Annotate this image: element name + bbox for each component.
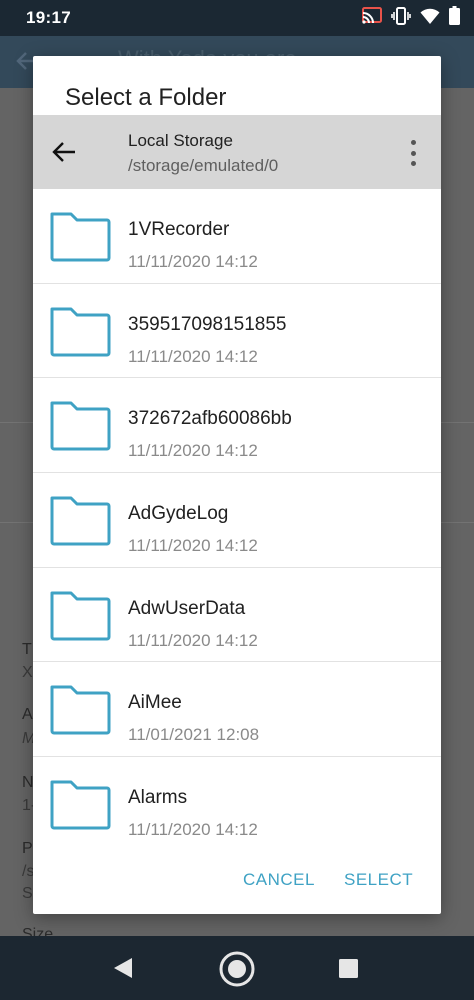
folder-name: 1VRecorder bbox=[128, 219, 230, 240]
background-value-fragment: X bbox=[22, 664, 33, 681]
folder-date: 11/11/2020 14:12 bbox=[128, 536, 258, 556]
status-bar: 19:17 bbox=[0, 0, 474, 36]
folder-date: 11/11/2020 14:12 bbox=[128, 441, 258, 461]
location-name: Local Storage bbox=[128, 131, 233, 150]
folder-name: Alarms bbox=[128, 787, 188, 809]
status-icons bbox=[362, 6, 460, 30]
background-label-fragment: T bbox=[22, 641, 32, 658]
select-folder-dialog: Select a Folder Local Storage /storage/e… bbox=[33, 56, 441, 914]
folder-row[interactable]: AdwUserData 11/11/2020 14:12 bbox=[33, 568, 441, 663]
folder-icon bbox=[49, 304, 111, 363]
cancel-button[interactable]: CANCEL bbox=[243, 870, 315, 890]
select-button[interactable]: SELECT bbox=[344, 870, 413, 890]
nav-home-icon[interactable] bbox=[218, 950, 256, 993]
folder-date: 11/01/2021 12:08 bbox=[128, 725, 260, 745]
background-value-fragment: S bbox=[22, 885, 33, 902]
overflow-menu-icon[interactable] bbox=[407, 140, 419, 166]
folder-date: 11/11/2020 14:12 bbox=[128, 630, 258, 650]
location-path: /storage/emulated/0 bbox=[128, 156, 279, 175]
folder-row[interactable]: 372672afb60086bb 11/11/2020 14:12 bbox=[33, 378, 441, 474]
folder-date: 11/11/2020 14:12 bbox=[128, 346, 258, 366]
navigation-bar bbox=[0, 936, 474, 1000]
status-time: 19:17 bbox=[26, 8, 71, 27]
nav-recents-icon[interactable] bbox=[339, 959, 358, 983]
cast-icon bbox=[362, 6, 382, 30]
folder-date: 11/11/2020 14:12 bbox=[128, 252, 258, 271]
background-label-fragment: A bbox=[22, 706, 33, 723]
folder-name: 359517098151855 bbox=[128, 313, 287, 335]
folder-row[interactable]: AdGydeLog 11/11/2020 14:12 bbox=[33, 473, 441, 568]
folder-row[interactable]: 359517098151855 11/11/2020 14:12 bbox=[33, 284, 441, 379]
dialog-title: Select a Folder bbox=[65, 84, 227, 111]
folder-icon bbox=[49, 777, 111, 836]
folder-row[interactable]: Alarms 11/11/2020 14:12 bbox=[33, 757, 441, 852]
location-bar: Local Storage /storage/emulated/0 bbox=[33, 115, 441, 189]
folder-date: 11/11/2020 14:12 bbox=[128, 820, 258, 840]
background-label-fragment: N bbox=[22, 774, 34, 791]
dialog-actions: CANCEL SELECT bbox=[33, 857, 441, 914]
folder-name: AiMee bbox=[128, 692, 182, 714]
folder-name: AdGydeLog bbox=[128, 503, 229, 525]
folder-icon bbox=[49, 398, 111, 457]
back-arrow-icon[interactable] bbox=[51, 139, 77, 170]
battery-icon bbox=[449, 6, 460, 30]
folder-list[interactable]: 1VRecorder 11/11/2020 14:12 359517098151… bbox=[33, 189, 441, 857]
background-label-fragment: P bbox=[22, 840, 33, 857]
vibrate-icon bbox=[391, 6, 411, 30]
folder-row[interactable]: AiMee 11/01/2021 12:08 bbox=[33, 662, 441, 758]
folder-name: AdwUserData bbox=[128, 597, 246, 619]
folder-icon bbox=[49, 209, 111, 268]
nav-back-icon[interactable] bbox=[112, 957, 134, 984]
folder-icon bbox=[49, 588, 111, 647]
wifi-icon bbox=[420, 7, 440, 30]
folder-icon bbox=[49, 493, 111, 552]
folder-name: 372672afb60086bb bbox=[128, 408, 292, 430]
folder-icon bbox=[49, 682, 111, 741]
folder-row[interactable]: 1VRecorder 11/11/2020 14:12 bbox=[33, 189, 441, 284]
